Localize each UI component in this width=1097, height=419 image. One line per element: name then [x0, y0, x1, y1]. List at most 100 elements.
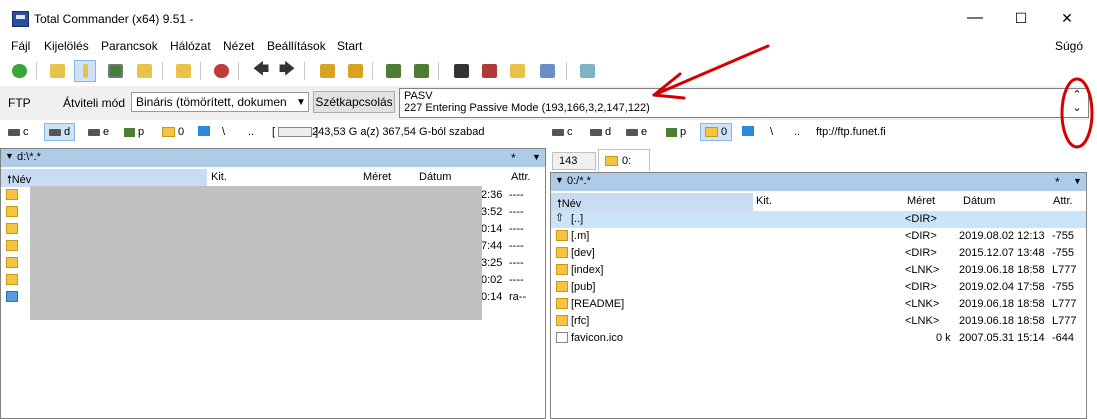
menu-parancsok[interactable]: Parancsok [101, 39, 158, 53]
file-row[interactable]: [index] <LNK> 2019.06.18 18:58 L777 [551, 262, 1086, 279]
drive-c-button[interactable]: c [8, 126, 29, 138]
col-attr[interactable]: Attr. [1053, 195, 1073, 207]
left-column-header: 🠕Név Kit. Méret Dátum Attr. [1, 169, 545, 187]
menu-fajl[interactable]: Fájl [11, 39, 30, 53]
notepad-icon[interactable] [576, 60, 598, 82]
unpack-files-icon[interactable] [344, 60, 366, 82]
right-drive-bar: c d e p 0 \ .. ftp://ftp.funet.fi [550, 122, 1090, 144]
folder-icon [556, 230, 568, 241]
right-file-panel[interactable]: ▼ 0:/*.* * ▼ 🠕Név Kit. Méret Dátum Attr.… [550, 172, 1087, 419]
disconnect-button[interactable]: Szétkapcsolás [313, 91, 395, 113]
col-size[interactable]: Méret [907, 195, 935, 207]
file-row[interactable]: [.m] <DIR> 2019.08.02 12:13 -755 [551, 228, 1086, 245]
tab-ftp[interactable]: 0: [598, 149, 650, 171]
col-attr[interactable]: Attr. [511, 171, 531, 183]
disk-icon [88, 128, 100, 136]
ftp-folder-icon [705, 127, 718, 137]
chevron-down-icon[interactable]: ▼ [555, 175, 564, 185]
thumbnail-view-icon[interactable] [104, 60, 126, 82]
pack-files-icon[interactable] [316, 60, 338, 82]
network-drive-icon [666, 127, 677, 137]
maximize-button[interactable]: ☐ [998, 0, 1044, 36]
drive-0-button[interactable]: 0 [700, 123, 733, 141]
chevron-down-icon[interactable]: ▼ [293, 92, 309, 112]
tree-view-icon[interactable] [133, 60, 155, 82]
drive-0-button[interactable]: 0 [162, 126, 184, 138]
back-arrow-icon[interactable]: 🡄 [250, 60, 272, 82]
menu-sugo[interactable]: Súgó [1055, 39, 1083, 53]
disk-icon [552, 128, 564, 136]
chevron-down-icon[interactable]: ▼ [1073, 176, 1082, 186]
link-folder-icon [556, 264, 568, 275]
folder-icon [556, 247, 568, 258]
folder-icon [6, 206, 18, 217]
filter-star[interactable]: * [1055, 175, 1060, 189]
multi-rename-icon[interactable] [478, 60, 500, 82]
link-folder-icon [556, 298, 568, 309]
ftp-label: FTP [8, 96, 31, 110]
col-date[interactable]: Dátum [963, 195, 995, 207]
drive-e-button[interactable]: e [626, 126, 647, 138]
free-space-text: 243,53 G a(z) 367,54 G-ból szabad [312, 126, 485, 138]
parent-dir-button[interactable]: .. [248, 126, 254, 138]
root-dir-button[interactable]: \ [222, 126, 225, 138]
left-path: d:\*.* [17, 151, 41, 163]
file-row[interactable]: [README] <LNK> 2019.06.18 18:58 L777 [551, 296, 1086, 313]
drive-e-button[interactable]: e [88, 126, 109, 138]
ftp-connect-icon[interactable] [382, 60, 404, 82]
compare-files-icon[interactable] [536, 60, 558, 82]
network-icon[interactable] [198, 126, 210, 136]
right-column-header: 🠕Név Kit. Méret Dátum Attr. [551, 193, 1086, 211]
menu-halozat[interactable]: Hálózat [170, 39, 211, 53]
invert-selection-icon[interactable] [172, 60, 194, 82]
forward-arrow-icon[interactable]: 🡆 [276, 60, 298, 82]
file-row[interactable]: [rfc] <LNK> 2019.06.18 18:58 L777 [551, 313, 1086, 330]
right-path-bar[interactable]: ▼ 0:/*.* [551, 173, 1086, 191]
redacted-region [30, 186, 482, 320]
menu-nezet[interactable]: Nézet [223, 39, 254, 53]
disk-icon [49, 128, 61, 136]
chevron-down-icon[interactable]: ▼ [532, 152, 541, 162]
file-row[interactable]: [dev] <DIR> 2015.12.07 13:48 -755 [551, 245, 1086, 262]
disk-icon [8, 128, 20, 136]
window-title: Total Commander (x64) 9.51 - [34, 12, 194, 26]
folder-icon [6, 189, 18, 200]
drive-d-button[interactable]: d [44, 123, 76, 141]
tab-143[interactable]: 143 [552, 152, 596, 170]
menu-start[interactable]: Start [337, 39, 362, 53]
select-files-icon[interactable] [210, 60, 232, 82]
col-ext[interactable]: Kit. [756, 195, 772, 207]
brief-view-icon[interactable] [46, 60, 68, 82]
network-icon[interactable] [742, 126, 754, 136]
left-path-bar[interactable]: ▼ d:\*.* [1, 149, 545, 167]
menu-beallitasok[interactable]: Beállítások [267, 39, 326, 53]
chevron-down-icon[interactable]: ▼ [5, 151, 14, 161]
search-binoculars-icon[interactable] [450, 60, 472, 82]
file-row[interactable]: [pub] <DIR> 2019.02.04 17:58 -755 [551, 279, 1086, 296]
ftp-url-icon[interactable] [410, 60, 432, 82]
minimize-button[interactable]: — [952, 0, 998, 36]
drive-p-button[interactable]: p [124, 126, 144, 138]
full-view-icon[interactable] [74, 60, 96, 82]
close-button[interactable]: ✕ [1044, 0, 1090, 36]
drive-d-button[interactable]: d [590, 126, 611, 138]
col-date[interactable]: Dátum [419, 171, 451, 183]
menu-kijeloles[interactable]: Kijelölés [44, 39, 89, 53]
filter-star[interactable]: * [511, 151, 516, 165]
disk-icon [590, 128, 602, 136]
refresh-icon[interactable] [8, 60, 30, 82]
toolbar: 🡄 🡆 [0, 58, 1090, 87]
file-row[interactable]: favicon.ico 0 k 2007.05.31 15:14 -644 [551, 330, 1086, 347]
folder-icon [6, 274, 18, 285]
drive-c-button[interactable]: c [552, 126, 573, 138]
col-ext[interactable]: Kit. [211, 171, 227, 183]
col-size[interactable]: Méret [363, 171, 391, 183]
root-dir-button[interactable]: \ [770, 126, 773, 138]
transfer-mode-select[interactable]: Bináris (tömörített, dokumen [131, 92, 309, 112]
link-folder-icon [556, 315, 568, 326]
drive-p-button[interactable]: p [666, 126, 686, 138]
file-row[interactable]: ⇧ [..] <DIR> [551, 211, 1086, 228]
sync-dirs-icon[interactable] [506, 60, 528, 82]
parent-dir-button[interactable]: .. [794, 126, 800, 138]
ftp-folder-icon [162, 127, 175, 137]
